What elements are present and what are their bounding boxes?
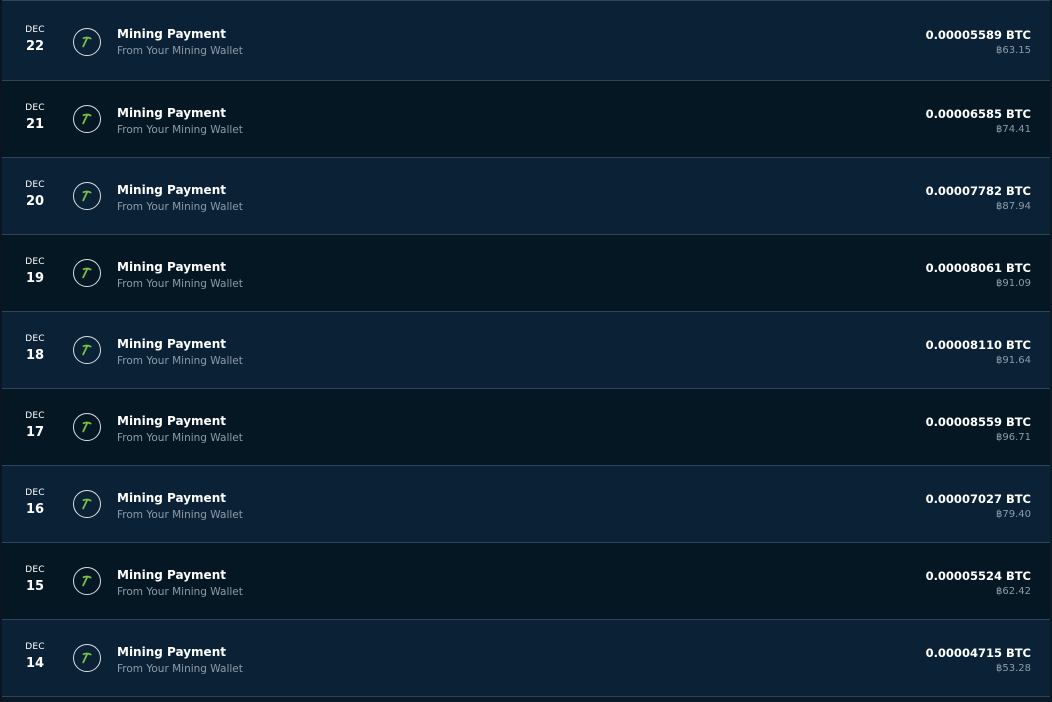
transaction-amount: 0.00005589 BTC [925, 28, 1031, 42]
transaction-title: Mining Payment [117, 414, 226, 428]
transaction-title: Mining Payment [117, 568, 226, 582]
transaction-date: DEC 21 [14, 103, 56, 133]
transaction-title: Mining Payment [117, 183, 226, 197]
pickaxe-icon [73, 413, 101, 441]
transaction-title: Mining Payment [117, 337, 226, 351]
transaction-fiat-value: ฿79.40 [996, 509, 1031, 520]
transaction-amount: 0.00008061 BTC [925, 261, 1031, 275]
transaction-subtitle: From Your Mining Wallet [117, 586, 243, 598]
date-day: 15 [25, 579, 45, 594]
date-month: DEC [25, 25, 45, 35]
transaction-row[interactable]: DEC 18 Mining Payment From Your Mining W… [2, 312, 1050, 389]
transaction-row[interactable]: DEC 17 Mining Payment From Your Mining W… [2, 389, 1050, 466]
transaction-fiat-value: ฿91.64 [996, 355, 1031, 366]
transaction-subtitle: From Your Mining Wallet [117, 45, 243, 57]
transaction-row[interactable]: DEC 20 Mining Payment From Your Mining W… [2, 158, 1050, 235]
transaction-title: Mining Payment [117, 491, 226, 505]
transaction-subtitle: From Your Mining Wallet [117, 509, 243, 521]
date-month: DEC [25, 103, 45, 113]
transaction-subtitle: From Your Mining Wallet [117, 432, 243, 444]
transaction-fiat-value: ฿87.94 [996, 201, 1031, 212]
transaction-date: DEC 17 [14, 411, 56, 441]
date-day: 14 [25, 656, 45, 671]
transaction-date: DEC 16 [14, 488, 56, 518]
date-day: 20 [25, 194, 45, 209]
date-month: DEC [25, 257, 45, 267]
transaction-fiat-value: ฿62.42 [996, 586, 1031, 597]
transaction-date: DEC 19 [14, 257, 56, 287]
transaction-subtitle: From Your Mining Wallet [117, 278, 243, 290]
transaction-amount: 0.00008559 BTC [925, 415, 1031, 429]
transaction-fiat-value: ฿74.41 [996, 124, 1031, 135]
date-day: 17 [25, 425, 45, 440]
pickaxe-icon [73, 336, 101, 364]
transaction-subtitle: From Your Mining Wallet [117, 201, 243, 213]
transaction-date: DEC 14 [14, 642, 56, 672]
transaction-title: Mining Payment [117, 106, 226, 120]
transaction-amount: 0.00007782 BTC [925, 184, 1031, 198]
pickaxe-icon [73, 490, 101, 518]
transaction-date: DEC 15 [14, 565, 56, 595]
transaction-row[interactable]: DEC 19 Mining Payment From Your Mining W… [2, 235, 1050, 312]
date-month: DEC [25, 334, 45, 344]
transaction-row[interactable]: DEC 22 Mining Payment From Your Mining W… [2, 0, 1050, 81]
pickaxe-icon [73, 567, 101, 595]
transaction-title: Mining Payment [117, 645, 226, 659]
pickaxe-icon [73, 105, 101, 133]
date-day: 19 [25, 271, 45, 286]
transaction-amount: 0.00004715 BTC [925, 646, 1031, 660]
transaction-row[interactable]: DEC 14 Mining Payment From Your Mining W… [2, 620, 1050, 697]
pickaxe-icon [73, 644, 101, 672]
pickaxe-icon [73, 182, 101, 210]
transaction-amount: 0.00005524 BTC [925, 569, 1031, 583]
date-month: DEC [25, 411, 45, 421]
transaction-title: Mining Payment [117, 27, 226, 41]
transaction-row[interactable]: DEC 16 Mining Payment From Your Mining W… [2, 466, 1050, 543]
date-day: 22 [25, 39, 45, 54]
transaction-amount: 0.00006585 BTC [925, 107, 1031, 121]
transaction-list: DEC 22 Mining Payment From Your Mining W… [0, 0, 1050, 702]
transaction-row[interactable]: DEC 15 Mining Payment From Your Mining W… [2, 543, 1050, 620]
transaction-date: DEC 18 [14, 334, 56, 364]
date-day: 21 [25, 117, 45, 132]
transaction-amount: 0.00008110 BTC [925, 338, 1031, 352]
date-month: DEC [25, 565, 45, 575]
transaction-title: Mining Payment [117, 260, 226, 274]
transaction-date: DEC 22 [14, 25, 56, 55]
date-month: DEC [25, 488, 45, 498]
date-month: DEC [25, 180, 45, 190]
transaction-row[interactable]: DEC 21 Mining Payment From Your Mining W… [2, 81, 1050, 158]
transaction-fiat-value: ฿63.15 [996, 45, 1031, 56]
transaction-subtitle: From Your Mining Wallet [117, 663, 243, 675]
transaction-fiat-value: ฿91.09 [996, 278, 1031, 289]
pickaxe-icon [73, 28, 101, 56]
date-month: DEC [25, 642, 45, 652]
transaction-date: DEC 20 [14, 180, 56, 210]
pickaxe-icon [73, 259, 101, 287]
transaction-subtitle: From Your Mining Wallet [117, 355, 243, 367]
date-day: 18 [25, 348, 45, 363]
transaction-fiat-value: ฿53.28 [996, 663, 1031, 674]
date-day: 16 [25, 502, 45, 517]
transaction-subtitle: From Your Mining Wallet [117, 124, 243, 136]
transaction-amount: 0.00007027 BTC [925, 492, 1031, 506]
transaction-fiat-value: ฿96.71 [996, 432, 1031, 443]
